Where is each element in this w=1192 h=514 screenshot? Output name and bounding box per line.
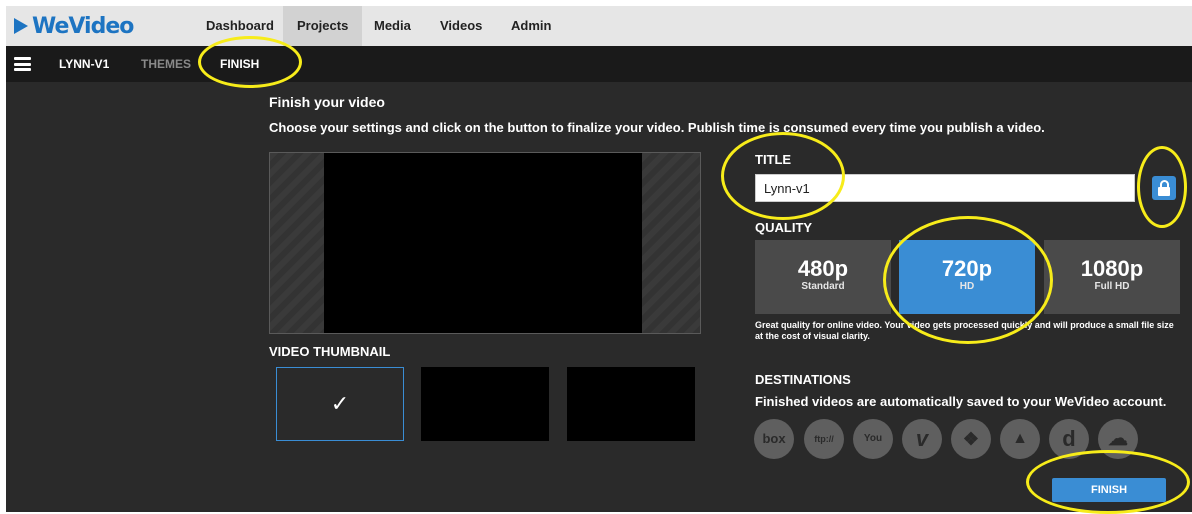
checkmark-icon: ✓ — [330, 391, 350, 416]
quality-subtitle: Standard — [801, 281, 845, 292]
page-title: Finish your video — [269, 94, 385, 110]
quality-subtitle: Full HD — [1094, 281, 1130, 292]
destinations-description: Finished videos are automatically saved … — [755, 394, 1167, 409]
dailymotion-icon[interactable]: d — [1049, 419, 1089, 459]
nav-media[interactable]: Media — [360, 6, 425, 46]
lock-button[interactable] — [1152, 176, 1176, 200]
logo-text: WeVideo — [32, 13, 134, 39]
project-name: LYNN-V1 — [59, 57, 110, 71]
nav-projects[interactable]: Projects — [283, 6, 363, 46]
box-icon[interactable]: box — [754, 419, 794, 459]
tab-finish[interactable]: FINISH — [220, 46, 259, 82]
top-nav: WeVideo Dashboard Projects Media Videos … — [6, 6, 1192, 46]
quality-1080p-button[interactable]: 1080p Full HD — [1044, 240, 1180, 314]
quality-value: 720p — [941, 256, 993, 281]
thumbnail-option[interactable] — [421, 367, 549, 441]
quality-subtitle: HD — [959, 281, 975, 292]
quality-480p-button[interactable]: 480p Standard — [755, 240, 891, 314]
title-label: TITLE — [755, 152, 792, 167]
quality-value: 480p — [797, 256, 849, 281]
youtube-icon[interactable]: You — [853, 419, 893, 459]
nav-admin[interactable]: Admin — [497, 6, 565, 46]
quality-description: Great quality for online video. Your vid… — [755, 320, 1174, 341]
title-input[interactable] — [755, 174, 1135, 202]
logo-play-icon — [14, 18, 28, 34]
destinations-label: DESTINATIONS — [755, 372, 851, 387]
ftp-icon[interactable]: ftp:// — [804, 419, 844, 459]
project-subnav: LYNN-V1 THEMES FINISH — [6, 46, 1192, 82]
thumbnail-option-selected[interactable]: ✓ — [276, 367, 404, 441]
quality-value: 1080p — [1080, 256, 1144, 281]
quality-720p-button[interactable]: 720p HD — [899, 240, 1035, 314]
finish-button[interactable]: FINISH — [1052, 478, 1166, 502]
quality-label: QUALITY — [755, 220, 813, 235]
app-window: WeVideo Dashboard Projects Media Videos … — [6, 6, 1192, 514]
vimeo-icon[interactable]: v — [902, 419, 942, 459]
tab-themes[interactable]: THEMES — [141, 46, 191, 82]
video-preview[interactable] — [269, 152, 701, 334]
thumbnail-option[interactable] — [567, 367, 695, 441]
nav-videos[interactable]: Videos — [426, 6, 496, 46]
dropbox-icon[interactable]: ❖ — [951, 419, 991, 459]
google-drive-icon[interactable]: ▲ — [1000, 419, 1040, 459]
preview-screen — [324, 153, 642, 333]
lock-icon — [1158, 187, 1170, 196]
wevideo-logo[interactable]: WeVideo — [14, 11, 134, 41]
nav-dashboard[interactable]: Dashboard — [192, 6, 288, 46]
page-description: Choose your settings and click on the bu… — [269, 120, 1045, 135]
thumbnail-label: VIDEO THUMBNAIL — [269, 344, 391, 359]
menu-icon[interactable] — [14, 57, 31, 71]
cloud-icon[interactable]: ☁ — [1098, 419, 1138, 459]
